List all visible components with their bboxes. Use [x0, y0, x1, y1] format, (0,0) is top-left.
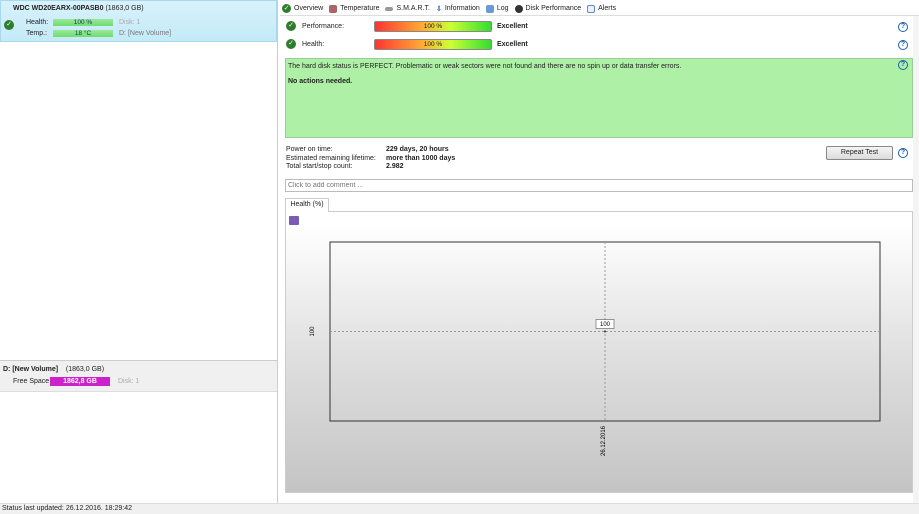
info-label: Estimated remaining lifetime: — [286, 154, 376, 162]
disk-size: (1863,0 GB) — [105, 5, 144, 12]
health-bar: 100 % — [53, 19, 113, 26]
status-message: The hard disk status is PERFECT. Problem… — [288, 63, 682, 70]
info-icon: ⇩ — [435, 5, 442, 13]
info-value: 229 days, 20 hours — [386, 146, 449, 153]
tab-health-chart[interactable]: Health (%) — [285, 198, 329, 212]
tab-label: S.M.A.R.T. — [396, 5, 430, 12]
tab-label: Log — [496, 5, 509, 12]
temp-bar: 18 °C — [53, 30, 113, 37]
tab-label: Alerts — [598, 5, 617, 12]
tab-label: Disk Performance — [525, 5, 582, 12]
tab-smart[interactable]: S.M.A.R.T. — [385, 5, 430, 12]
info-label: Total start/stop count: — [286, 163, 353, 170]
free-space-label: Free Space — [13, 378, 50, 385]
volume-item[interactable]: D: [New Volume] (1863,0 GB) Free Space 1… — [0, 360, 277, 392]
action-message: No actions needed. — [288, 78, 353, 85]
x-tick-label: 26.12.2016 — [601, 425, 607, 456]
tab-divider — [280, 15, 919, 16]
check-icon: ✓ — [4, 20, 14, 30]
health-chart: 100 100 26.12.2016 — [310, 241, 881, 456]
point-marker — [604, 330, 606, 333]
data-point: 100 — [595, 319, 615, 333]
tab-bar: ✓ Overview Temperature S.M.A.R.T. ⇩ Inform… — [282, 2, 622, 15]
help-icon[interactable]: ? — [898, 148, 908, 158]
tab-temperature[interactable]: Temperature — [329, 4, 380, 13]
info-label: Power on time: — [286, 146, 333, 153]
comment-input[interactable] — [285, 179, 913, 192]
volume-size: (1863,0 GB) — [65, 366, 105, 373]
info-values: 229 days, 20 hours more than 1000 days 2… — [386, 146, 455, 172]
help-icon[interactable]: ? — [898, 60, 908, 70]
divider — [277, 358, 278, 503]
check-icon: ✓ — [286, 21, 296, 31]
thermometer-icon — [329, 4, 338, 13]
point-label: 100 — [600, 322, 611, 328]
info-labels: Power on time: Estimated remaining lifet… — [286, 146, 376, 172]
log-icon — [485, 4, 494, 13]
status-bar: Status last updated: 26.12.2016. 18:29:4… — [0, 503, 919, 514]
tab-label: Overview — [294, 5, 324, 12]
gauge-icon — [514, 4, 523, 13]
health-label: Health: — [302, 41, 325, 48]
volume-disk-ref: Disk: 1 — [118, 378, 140, 385]
tab-log[interactable]: Log — [485, 4, 509, 13]
tab-label: Temperature — [340, 5, 380, 12]
free-space-bar: 1862,8 GB — [50, 377, 110, 386]
volume-name: D: [New Volume] — [3, 366, 59, 373]
performance-label: Performance: — [302, 23, 345, 30]
disk-ref: Disk: 1 — [119, 19, 141, 26]
performance-bar: 100 % — [374, 21, 492, 32]
volume-ref: D: [New Volume] — [119, 30, 172, 37]
disk-name: WDC WD20EARX-00PASB0 — [13, 5, 104, 12]
health-rating: Excellent — [497, 41, 528, 48]
help-icon[interactable]: ? — [898, 22, 908, 32]
check-icon: ✓ — [286, 39, 296, 49]
y-tick-label: 100 — [310, 326, 316, 337]
tab-disk-performance[interactable]: Disk Performance — [514, 4, 582, 13]
document-icon — [587, 4, 596, 13]
scrollbar[interactable] — [913, 16, 919, 503]
check-icon: ✓ — [282, 4, 291, 13]
status-message-box: The hard disk status is PERFECT. Problem… — [285, 58, 913, 138]
repeat-test-button[interactable]: Repeat Test — [826, 146, 893, 160]
info-value: 2.982 — [386, 163, 404, 170]
health-bar: 100 % — [374, 39, 492, 50]
info-value: more than 1000 days — [386, 154, 456, 162]
health-label: Health: — [26, 19, 49, 26]
tab-information[interactable]: ⇩ Information — [436, 5, 480, 13]
disk-icon — [385, 6, 394, 11]
disk-list-panel — [0, 0, 278, 358]
help-icon[interactable]: ? — [898, 40, 908, 50]
disk-item[interactable]: WDC WD20EARX-00PASB0 (1863,0 GB) ✓ Healt… — [0, 0, 277, 42]
tab-alerts[interactable]: Alerts — [587, 4, 617, 13]
tab-label: Information — [444, 5, 480, 12]
temp-label: Temp.: — [26, 30, 48, 37]
tab-overview[interactable]: ✓ Overview — [282, 4, 323, 13]
performance-rating: Excellent — [497, 23, 528, 30]
